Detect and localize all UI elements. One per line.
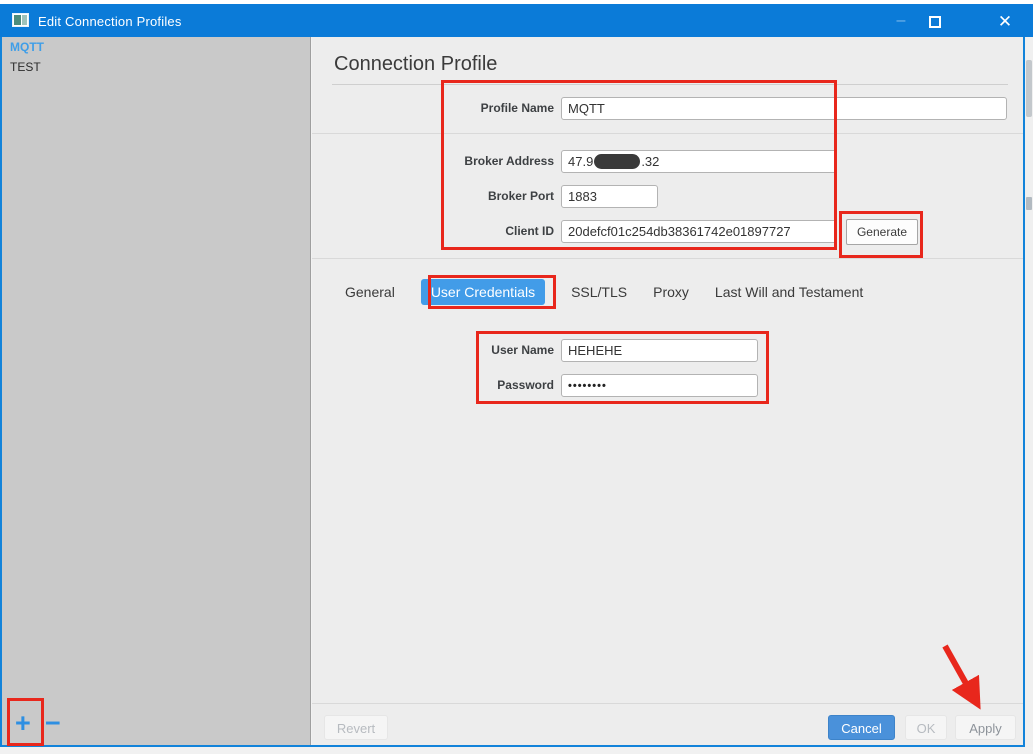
tab-general[interactable]: General <box>345 279 395 305</box>
broker-address-suffix: .32 <box>641 154 659 169</box>
revert-button[interactable]: Revert <box>324 715 388 740</box>
remove-profile-button[interactable]: − <box>45 709 61 737</box>
tab-user-credentials[interactable]: User Credentials <box>421 279 545 305</box>
profile-name-label: Profile Name <box>372 97 554 120</box>
user-name-input[interactable]: HEHEHE <box>561 339 758 362</box>
sidebar-item-mqtt[interactable]: MQTT <box>2 37 310 57</box>
background-bottom-sliver <box>0 747 1033 754</box>
titlebar[interactable]: Edit Connection Profiles – ✕ <box>0 4 1033 37</box>
password-input[interactable]: •••••••• <box>561 374 758 397</box>
broker-port-label: Broker Port <box>372 185 554 208</box>
profile-name-input[interactable]: MQTT <box>561 97 1007 120</box>
broker-address-label: Broker Address <box>372 150 554 173</box>
broker-address-prefix: 47.9 <box>568 154 593 169</box>
apply-button[interactable]: Apply <box>955 715 1016 740</box>
background-scrollbar-thumb[interactable] <box>1026 60 1032 117</box>
password-label: Password <box>372 374 554 397</box>
heading-divider <box>332 84 1008 85</box>
redaction-blob <box>594 154 640 169</box>
edit-connection-profiles-dialog: Edit Connection Profiles – ✕ MQTT TEST +… <box>0 0 1033 754</box>
broker-port-input[interactable]: 1883 <box>561 185 658 208</box>
background-window-sliver <box>1025 37 1033 747</box>
sidebar-item-test[interactable]: TEST <box>2 57 310 77</box>
tab-last-will[interactable]: Last Will and Testament <box>715 279 863 305</box>
client-id-label: Client ID <box>372 220 554 243</box>
maximize-icon[interactable] <box>929 16 941 28</box>
background-partial-icon <box>1026 197 1032 210</box>
broker-address-input[interactable]: 47.9 .32 <box>561 150 837 173</box>
page-title: Connection Profile <box>334 53 497 76</box>
window-title: Edit Connection Profiles <box>38 14 182 29</box>
tab-ssl-tls[interactable]: SSL/TLS <box>571 279 627 305</box>
connection-profile-panel: Connection Profile Profile Name MQTT Bro… <box>312 37 1023 745</box>
generate-button[interactable]: Generate <box>846 219 918 245</box>
profiles-sidebar: MQTT TEST + − <box>2 37 311 745</box>
section-divider <box>312 133 1023 134</box>
app-icon <box>12 13 29 27</box>
ok-button[interactable]: OK <box>905 715 947 740</box>
footer-divider <box>312 703 1023 704</box>
add-profile-button[interactable]: + <box>15 709 31 737</box>
tab-proxy[interactable]: Proxy <box>653 279 689 305</box>
section-divider <box>312 258 1023 259</box>
minimize-icon[interactable]: – <box>888 12 914 32</box>
client-id-input[interactable]: 20defcf01c254db38361742e01897727 <box>561 220 837 243</box>
close-icon[interactable]: ✕ <box>992 11 1018 33</box>
cancel-button[interactable]: Cancel <box>828 715 895 740</box>
user-name-label: User Name <box>372 339 554 362</box>
settings-tabs: General User Credentials SSL/TLS Proxy L… <box>345 277 863 307</box>
